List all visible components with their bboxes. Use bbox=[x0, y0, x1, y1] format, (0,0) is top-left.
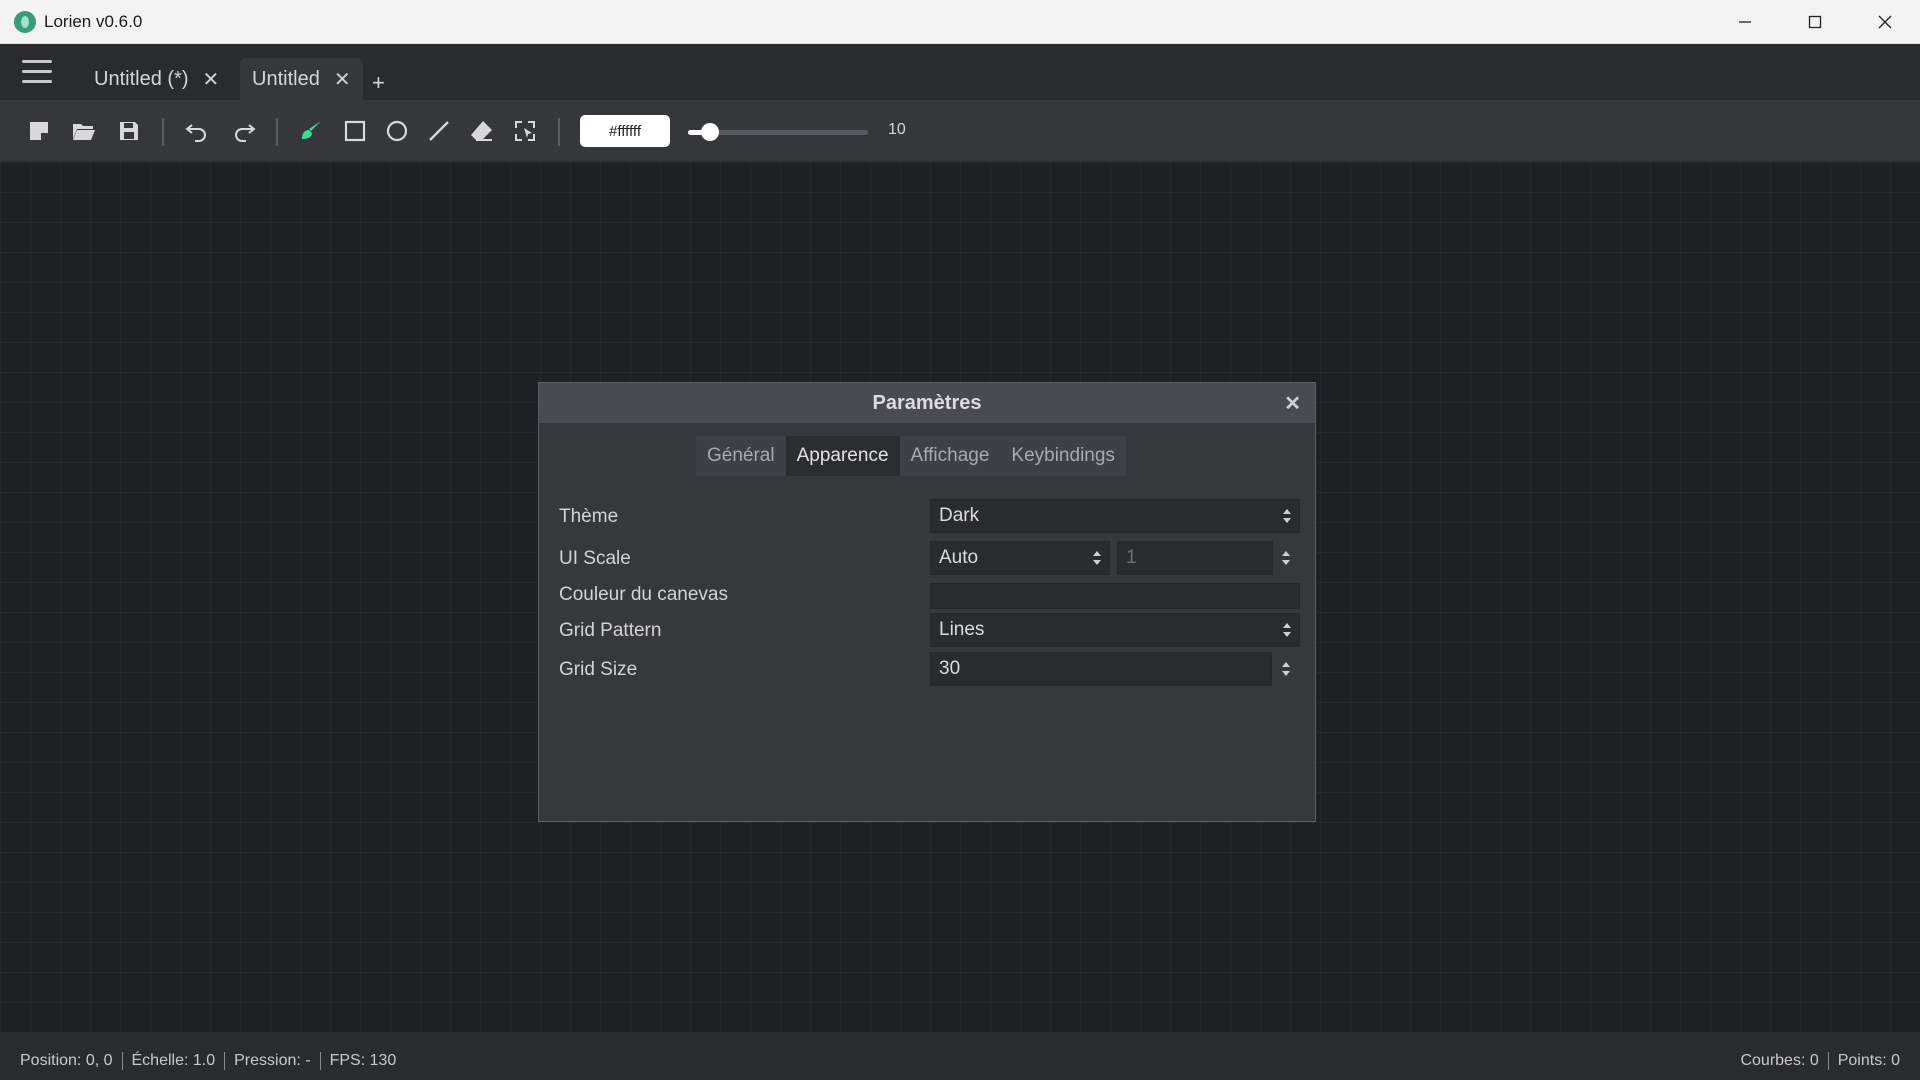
circle-icon bbox=[386, 120, 408, 142]
brush-size-slider[interactable] bbox=[688, 123, 868, 141]
eraser-tool-button[interactable] bbox=[467, 116, 497, 146]
grid-size-value: 30 bbox=[939, 658, 961, 679]
grid-size-spinner[interactable] bbox=[1275, 652, 1297, 686]
maximize-icon bbox=[1808, 15, 1822, 29]
settings-tabs: Général Apparence Affichage Keybindings bbox=[696, 436, 1126, 476]
tab-untitled-modified[interactable]: Untitled (*) ✕ bbox=[82, 58, 231, 100]
status-left: Position: 0, 0 Échelle: 1.0 Pression: - … bbox=[20, 1052, 396, 1070]
grid-size-label: Grid Size bbox=[559, 659, 638, 680]
save-icon bbox=[120, 122, 138, 140]
close-window-button[interactable] bbox=[1850, 0, 1920, 44]
line-icon bbox=[429, 121, 449, 141]
tab-label: Untitled bbox=[252, 67, 320, 90]
line-tool-button[interactable] bbox=[424, 116, 454, 146]
minimize-icon bbox=[1739, 21, 1751, 23]
brush-color-picker[interactable]: #ffffff bbox=[580, 115, 670, 147]
ui-scale-spinner[interactable] bbox=[1275, 541, 1297, 575]
tab-appearance[interactable]: Apparence bbox=[785, 436, 900, 476]
redo-icon bbox=[235, 124, 256, 142]
eraser-icon bbox=[471, 121, 492, 141]
new-file-button[interactable] bbox=[24, 116, 54, 146]
tab-label: Untitled (*) bbox=[94, 67, 189, 90]
circle-tool-button[interactable] bbox=[382, 116, 412, 146]
dialog-close-icon[interactable]: ✕ bbox=[1284, 391, 1301, 416]
save-file-button[interactable] bbox=[114, 116, 144, 146]
tab-close-icon[interactable]: ✕ bbox=[334, 67, 351, 92]
tab-display[interactable]: Affichage bbox=[900, 436, 1001, 476]
tab-bar: Untitled (*) ✕ Untitled ✕ + bbox=[0, 44, 1920, 100]
ui-scale-value-input: 1 bbox=[1117, 541, 1273, 575]
selection-tool-button[interactable] bbox=[511, 116, 541, 146]
select-arrows-icon bbox=[1093, 549, 1101, 567]
status-right: Courbes: 0 Points: 0 bbox=[1740, 1052, 1900, 1070]
grid-pattern-label: Grid Pattern bbox=[559, 620, 662, 641]
open-file-button[interactable] bbox=[69, 116, 99, 146]
theme-label: Thème bbox=[559, 506, 619, 527]
app-logo-icon bbox=[14, 10, 36, 33]
ui-scale-mode-value: Auto bbox=[939, 547, 979, 568]
theme-select[interactable]: Dark bbox=[930, 499, 1300, 533]
close-icon bbox=[1878, 15, 1892, 29]
new-tab-button[interactable]: + bbox=[372, 70, 385, 96]
ui-scale-value: 1 bbox=[1126, 547, 1137, 568]
settings-dialog: Paramètres ✕ Général Apparence Affichage… bbox=[538, 382, 1316, 822]
window-controls bbox=[1710, 0, 1920, 44]
status-pressure: Pression: - bbox=[225, 1052, 321, 1070]
redo-button[interactable] bbox=[229, 116, 259, 146]
select-arrows-icon bbox=[1283, 507, 1291, 525]
title-bar: Lorien v0.6.0 bbox=[0, 0, 1920, 44]
status-points: Points: 0 bbox=[1837, 1052, 1900, 1069]
dialog-title: Paramètres bbox=[872, 391, 982, 414]
rectangle-tool-button[interactable] bbox=[340, 116, 370, 146]
new-file-icon bbox=[30, 122, 48, 140]
status-scale: Échelle: 1.0 bbox=[123, 1052, 226, 1070]
maximize-button[interactable] bbox=[1780, 0, 1850, 44]
status-bar: Position: 0, 0 Échelle: 1.0 Pression: - … bbox=[0, 1032, 1920, 1080]
undo-icon bbox=[185, 124, 206, 142]
undo-button[interactable] bbox=[182, 116, 212, 146]
grid-pattern-value: Lines bbox=[939, 619, 985, 640]
spinner-arrows-icon bbox=[1282, 549, 1290, 567]
status-fps: FPS: 130 bbox=[329, 1052, 397, 1069]
brush-tool-button[interactable] bbox=[297, 116, 327, 146]
tab-keybindings[interactable]: Keybindings bbox=[1000, 436, 1126, 476]
canvas-color-picker[interactable] bbox=[930, 583, 1300, 609]
status-strokes: Courbes: 0 bbox=[1740, 1052, 1829, 1070]
ui-scale-mode-select[interactable]: Auto bbox=[930, 541, 1110, 575]
spinner-arrows-icon bbox=[1282, 660, 1290, 678]
minimize-button[interactable] bbox=[1710, 0, 1780, 44]
brush-size-value: 10 bbox=[888, 121, 906, 138]
canvas-color-label: Couleur du canevas bbox=[559, 584, 728, 605]
rectangle-icon bbox=[344, 120, 366, 142]
window-title: Lorien v0.6.0 bbox=[44, 11, 143, 31]
select-arrows-icon bbox=[1283, 621, 1291, 639]
theme-value: Dark bbox=[939, 505, 980, 526]
menu-hamburger-icon[interactable] bbox=[22, 60, 52, 84]
toolbar bbox=[0, 100, 1920, 244]
ui-scale-label: UI Scale bbox=[559, 548, 631, 569]
dialog-header: Paramètres ✕ bbox=[539, 383, 1315, 423]
grid-size-input[interactable]: 30 bbox=[930, 652, 1272, 686]
brush-icon bbox=[302, 121, 321, 139]
tab-general[interactable]: Général bbox=[696, 436, 786, 476]
tab-close-icon[interactable]: ✕ bbox=[202, 67, 219, 92]
brush-size-slider-knob[interactable] bbox=[701, 123, 719, 141]
grid-pattern-select[interactable]: Lines bbox=[930, 613, 1300, 647]
selection-icon bbox=[515, 121, 535, 141]
folder-open-icon bbox=[73, 124, 95, 140]
status-position: Position: 0, 0 bbox=[20, 1052, 123, 1070]
tab-untitled[interactable]: Untitled ✕ bbox=[240, 58, 363, 100]
